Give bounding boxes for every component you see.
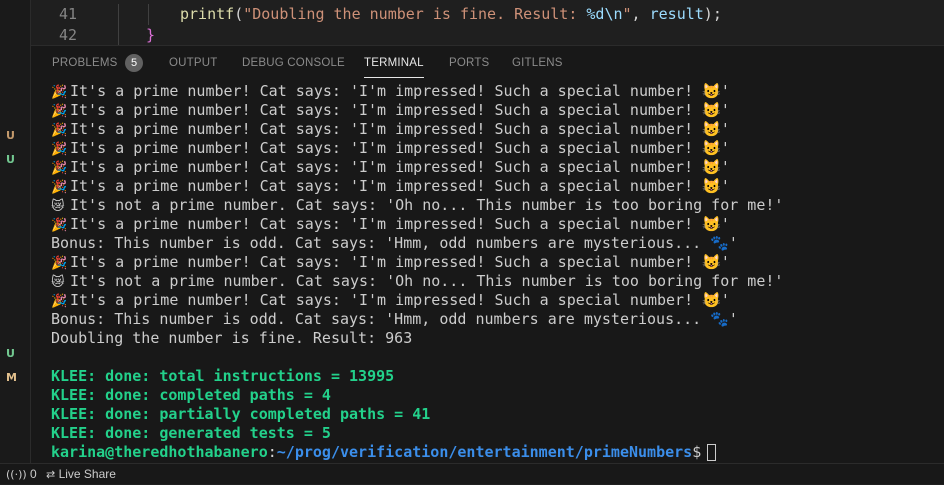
terminal-line: Bonus: This number is odd. Cat says: 'Hm… [51,310,738,328]
klee-summary-line: KLEE: done: partially completed paths = … [51,405,431,423]
panel-tabs: PROBLEMS 5 OUTPUT DEBUG CONSOLE TERMINAL… [31,46,944,80]
party-icon: 🎉 [51,180,68,195]
terminal-line: 🎉 It's a prime number! Cat says: 'I'm imp… [51,139,730,157]
code-text: printf("Doubling the number is fine. Res… [180,5,722,23]
indent-guide [148,4,149,25]
terminal-line: 🎉 It's a prime number! Cat says: 'I'm imp… [51,82,730,100]
party-icon: 🎉 [51,142,68,157]
indent-guide [118,4,119,25]
bottom-panel: PROBLEMS 5 OUTPUT DEBUG CONSOLE TERMINAL… [31,45,944,465]
terminal-line: 🎉 It's a prime number! Cat says: 'I'm imp… [51,177,730,195]
shell-prompt[interactable]: karina@theredhothabanero:~/prog/verifica… [51,443,944,462]
code-line: 42 } [31,25,944,46]
crying-cat-icon: 😿 [51,199,65,214]
party-icon: 🎉 [51,161,68,176]
tab-terminal[interactable]: TERMINAL [364,46,424,80]
party-icon: 🎉 [51,218,68,233]
terminal-line: Doubling the number is fine. Result: 963 [51,329,413,347]
terminal-line: 🎉 It's a prime number! Cat says: 'I'm imp… [51,101,730,119]
terminal-output[interactable]: 🎉 It's a prime number! Cat says: 'I'm imp… [51,82,944,465]
terminal-line: 😿 It's not a prime number. Cat says: 'Oh … [51,272,784,290]
explorer-strip: U U U M [0,0,31,464]
code-editor[interactable]: 41 printf("Doubling the number is fine. … [31,0,944,46]
git-untracked-badge: U [6,153,15,166]
tab-ports[interactable]: PORTS [449,46,489,80]
terminal-line: 🎉 It's a prime number! Cat says: 'I'm imp… [51,215,730,233]
tab-problems[interactable]: PROBLEMS [52,46,118,80]
prompt-separator: : [267,443,277,461]
broadcast-icon: ((·)) [6,468,27,481]
live-share-label: Live Share [58,467,116,481]
klee-summary-line: KLEE: done: generated tests = 5 [51,424,331,442]
party-icon: 🎉 [51,294,68,309]
git-untracked-badge: U [6,347,15,360]
tab-output[interactable]: OUTPUT [169,46,217,80]
terminal-line: 😿 It's not a prime number. Cat says: 'Oh … [51,196,784,214]
code-line: 41 printf("Doubling the number is fine. … [31,4,944,25]
git-modified-badge: M [6,371,17,384]
party-icon: 🎉 [51,85,68,100]
live-share-status[interactable]: ⇄ Live Share [46,464,116,484]
prompt-symbol: $ [692,443,702,461]
tab-gitlens[interactable]: GITLENS [512,46,563,80]
git-untracked-badge: U [6,129,15,142]
terminal-cursor [707,444,717,461]
live-share-icon: ⇄ [46,468,56,481]
line-number: 42 [58,26,77,44]
indent-guide [118,25,119,46]
remote-count: 0 [30,467,37,481]
party-icon: 🎉 [51,104,68,119]
crying-cat-icon: 😿 [51,275,65,290]
line-number: 41 [58,5,77,23]
tab-debug-console[interactable]: DEBUG CONSOLE [242,46,345,80]
terminal-line: 🎉 It's a prime number! Cat says: 'I'm imp… [51,158,730,176]
terminal-line: 🎉 It's a prime number! Cat says: 'I'm imp… [51,253,730,271]
terminal-line: 🎉 It's a prime number! Cat says: 'I'm imp… [51,291,730,309]
party-icon: 🎉 [51,256,68,271]
status-bar: ((·)) 0 ⇄ Live Share [0,463,944,484]
terminal-line: Bonus: This number is odd. Cat says: 'Hm… [51,234,738,252]
remote-ports-status[interactable]: ((·)) 0 [6,464,37,484]
terminal-line: 🎉 It's a prime number! Cat says: 'I'm imp… [51,120,730,138]
klee-summary-line: KLEE: done: completed paths = 4 [51,386,331,404]
klee-summary-line: KLEE: done: total instructions = 13995 [51,367,395,385]
prompt-path: ~/prog/verification/entertainment/primeN… [276,443,693,461]
problems-count-badge: 5 [125,54,143,72]
prompt-user-host: karina@theredhothabanero [51,443,268,461]
party-icon: 🎉 [51,123,68,138]
code-text: } [146,26,156,44]
